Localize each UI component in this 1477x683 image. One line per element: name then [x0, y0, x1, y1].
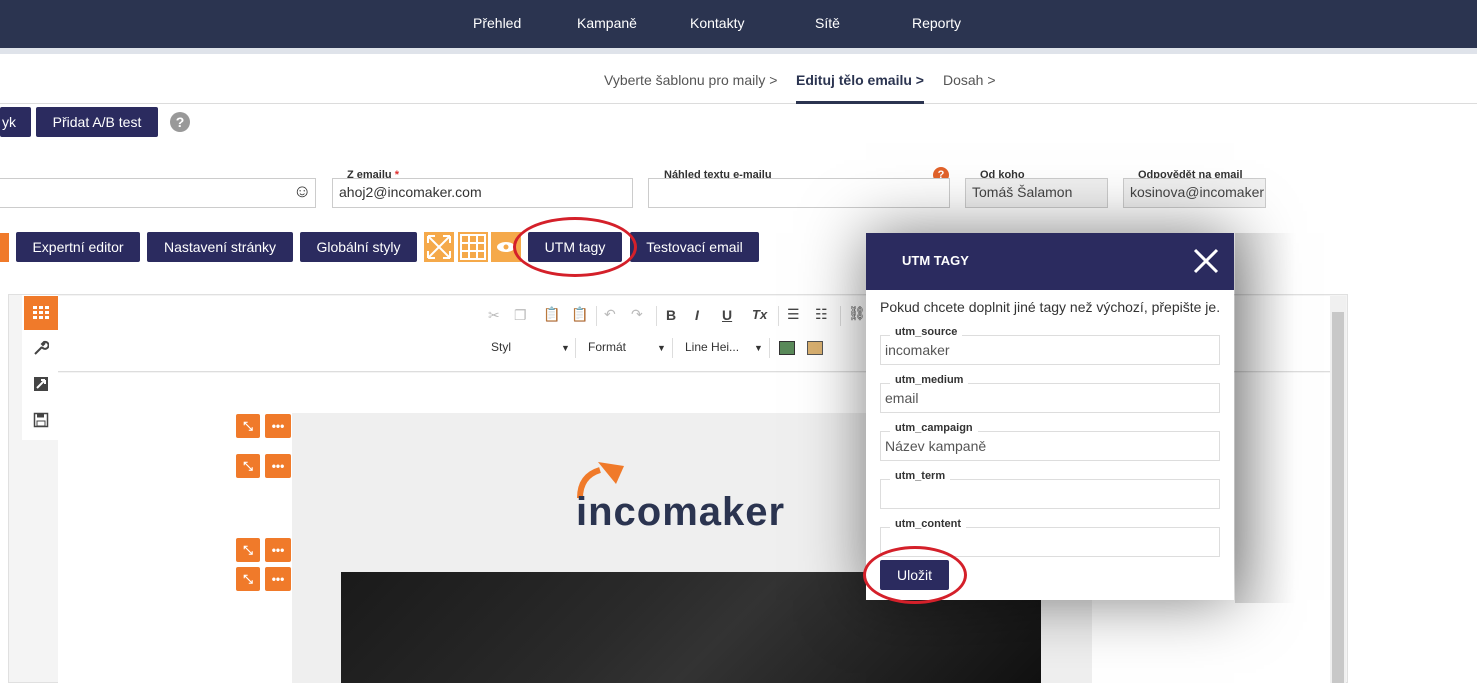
- test-email-button[interactable]: Testovací email: [630, 232, 759, 262]
- image-icon[interactable]: [24, 367, 58, 401]
- orange-button-edge[interactable]: [0, 233, 9, 262]
- utm-medium-label: utm_medium: [890, 374, 969, 386]
- line-height-combo[interactable]: Line Hei...: [685, 340, 739, 354]
- save-highlight-circle: [863, 546, 967, 604]
- row-move-icon[interactable]: ⤡: [236, 538, 260, 562]
- toolbar-separator: [769, 338, 770, 358]
- logo-text: incomaker: [576, 490, 786, 534]
- close-icon[interactable]: [1192, 247, 1220, 275]
- chevron-down-icon: ▼: [657, 343, 666, 353]
- utm-source-input[interactable]: incomaker: [880, 335, 1220, 365]
- toolbar-separator: [596, 306, 597, 326]
- remove-format-button[interactable]: Tx: [752, 307, 767, 322]
- chevron-down-icon: ▼: [561, 343, 570, 353]
- step-reach[interactable]: Dosah >: [943, 72, 996, 88]
- add-ab-test-button[interactable]: Přidat A/B test: [36, 107, 158, 137]
- modal-shadow: [1235, 233, 1295, 603]
- utm-medium-input[interactable]: email: [880, 383, 1220, 413]
- redo-icon[interactable]: ↷: [631, 306, 643, 323]
- paste-icon[interactable]: 📋: [543, 306, 560, 323]
- help-icon[interactable]: ?: [170, 112, 190, 132]
- italic-button[interactable]: I: [695, 307, 699, 323]
- row-move-icon[interactable]: ⤡: [236, 567, 260, 591]
- link-icon[interactable]: ⛓: [848, 305, 866, 322]
- reply-to-field[interactable]: kosinova@incomaker: [1123, 178, 1266, 208]
- chevron-down-icon: ▼: [754, 343, 763, 353]
- blocks-grid-icon[interactable]: [24, 296, 58, 330]
- utm-content-label: utm_content: [890, 518, 966, 530]
- utm-source-label: utm_source: [890, 326, 963, 338]
- scrollbar-thumb[interactable]: [1332, 312, 1344, 683]
- insert-map-icon[interactable]: [807, 341, 823, 355]
- row-more-button[interactable]: •••: [265, 538, 291, 562]
- undo-icon[interactable]: ↶: [604, 306, 616, 323]
- row-more-button[interactable]: •••: [265, 567, 291, 591]
- row-move-icon[interactable]: ⤡: [236, 454, 260, 478]
- global-styles-button[interactable]: Globální styly: [300, 232, 417, 262]
- row-more-button[interactable]: •••: [265, 454, 291, 478]
- cut-icon[interactable]: ✂: [488, 307, 500, 324]
- modal-description: Pokud chcete doplnit jiné tagy než výcho…: [880, 299, 1221, 315]
- nav-item-site[interactable]: Sítě: [815, 15, 840, 31]
- utm-term-input[interactable]: [880, 479, 1220, 509]
- page-settings-button[interactable]: Nastavení stránky: [147, 232, 293, 262]
- nav-item-prehled[interactable]: Přehled: [473, 15, 521, 31]
- from-email-field[interactable]: ahoj2@incomaker.com: [332, 178, 633, 208]
- nav-item-kampane[interactable]: Kampaně: [577, 15, 637, 31]
- emoji-icon[interactable]: ☺: [293, 181, 311, 202]
- utm-highlight-circle: [513, 217, 637, 277]
- step-edit-body[interactable]: Edituj tělo emailu >: [796, 72, 924, 88]
- nav-item-kontakty[interactable]: Kontakty: [690, 15, 744, 31]
- active-step-indicator: [796, 101, 924, 104]
- copy-icon[interactable]: ❐: [514, 307, 527, 324]
- style-combo[interactable]: Styl: [491, 340, 511, 354]
- from-name-field[interactable]: Tomáš Šalamon: [965, 178, 1108, 208]
- preview-text-field[interactable]: [648, 178, 950, 208]
- underline-button[interactable]: U: [722, 307, 732, 323]
- toolbar-separator: [840, 306, 841, 326]
- utm-campaign-label: utm_campaign: [890, 422, 978, 434]
- top-navigation: Přehled Kampaně Kontakty Sítě Reporty: [0, 0, 1477, 48]
- subject-field[interactable]: [0, 178, 316, 208]
- insert-image-icon[interactable]: [779, 341, 795, 355]
- fullscreen-icon[interactable]: [424, 232, 454, 262]
- wizard-steps: Vyberte šablonu pro maily > Edituj tělo …: [0, 54, 1477, 104]
- bullet-list-icon[interactable]: ☷: [815, 306, 828, 323]
- format-combo[interactable]: Formát: [588, 340, 626, 354]
- utm-term-label: utm_term: [890, 470, 951, 482]
- step-select-template[interactable]: Vyberte šablonu pro maily >: [604, 72, 777, 88]
- toolbar-separator: [778, 306, 779, 326]
- modal-header: UTM TAGY: [866, 233, 1234, 290]
- modal-title: UTM TAGY: [902, 253, 969, 268]
- paste-text-icon[interactable]: 📋: [571, 306, 588, 323]
- expert-editor-button[interactable]: Expertní editor: [16, 232, 140, 262]
- toolbar-separator: [656, 306, 657, 326]
- save-icon[interactable]: [24, 403, 58, 437]
- row-move-icon[interactable]: ⤡: [236, 414, 260, 438]
- nav-item-reporty[interactable]: Reporty: [912, 15, 961, 31]
- language-button[interactable]: yk: [0, 107, 31, 137]
- wrench-icon[interactable]: [24, 331, 58, 365]
- toolbar-separator: [575, 338, 576, 358]
- numbered-list-icon[interactable]: ☰: [787, 306, 800, 323]
- utm-tags-modal: UTM TAGY Pokud chcete doplnit jiné tagy …: [866, 233, 1234, 600]
- bold-button[interactable]: B: [666, 307, 676, 323]
- utm-campaign-input[interactable]: Název kampaně: [880, 431, 1220, 461]
- row-more-button[interactable]: •••: [265, 414, 291, 438]
- toolbar-separator: [672, 338, 673, 358]
- grid-icon[interactable]: [458, 232, 488, 262]
